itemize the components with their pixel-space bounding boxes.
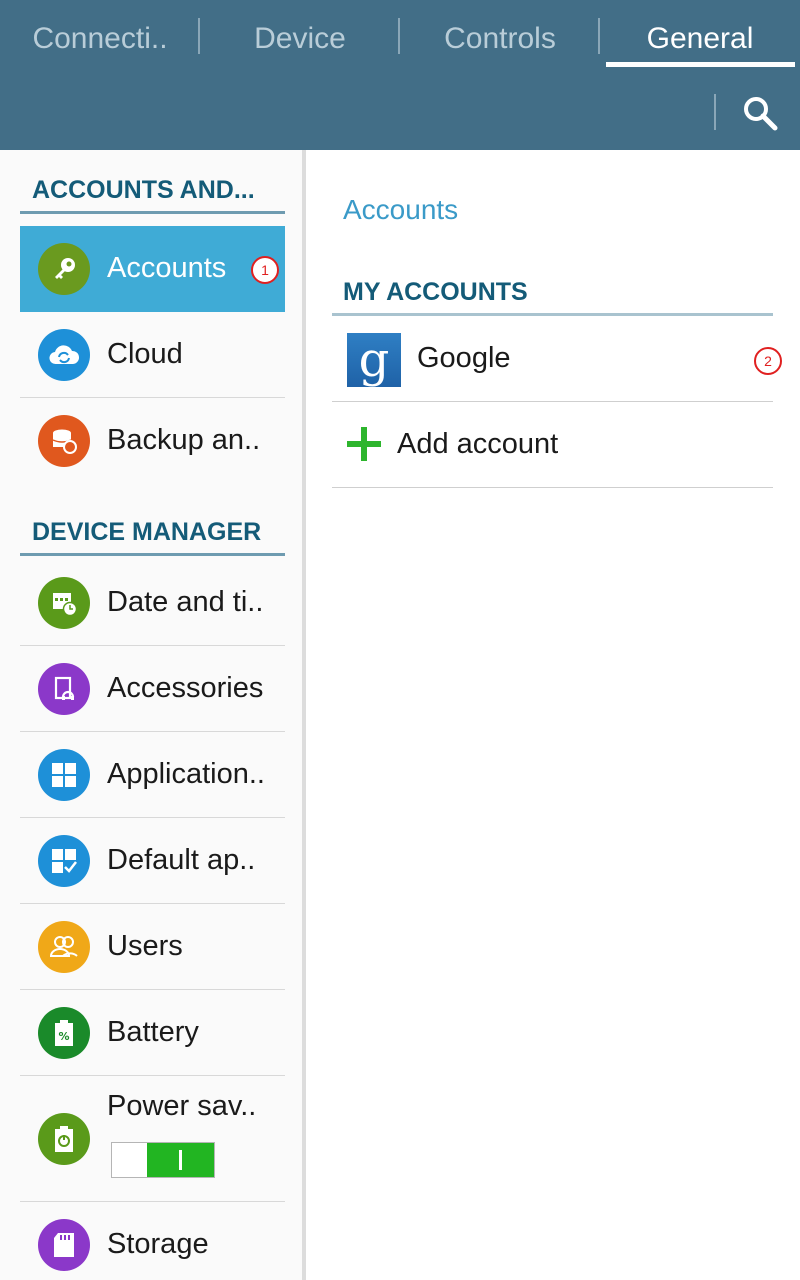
page-title: Accounts: [343, 194, 459, 225]
sidebar-item-accounts[interactable]: Accounts 1: [20, 226, 285, 312]
account-row-google[interactable]: g Google 2: [332, 316, 782, 402]
section-header-accounts: ACCOUNTS AND...: [20, 174, 285, 214]
tab-device[interactable]: Device: [200, 0, 400, 78]
section-header-device-manager: DEVICE MANAGER: [20, 516, 285, 556]
sidebar-item-applications[interactable]: Application..: [20, 732, 285, 818]
cloud-sync-icon: [38, 329, 90, 381]
power-saving-icon: [38, 1113, 90, 1165]
calendar-clock-icon: [38, 577, 90, 629]
google-icon: g: [347, 332, 401, 388]
plus-icon: [347, 427, 381, 461]
sidebar-item-users[interactable]: Users: [20, 904, 285, 990]
accounts-detail-pane: Accounts MY ACCOUNTS g Google 2 Add acco…: [306, 150, 800, 1280]
sidebar-item-default-apps[interactable]: Default ap..: [20, 818, 285, 904]
action-separator: [714, 94, 716, 130]
sidebar-item-date-time[interactable]: Date and ti..: [20, 560, 285, 646]
annotation-badge: 1: [251, 256, 279, 284]
users-icon: [38, 921, 90, 973]
key-icon: [38, 243, 90, 295]
active-tab-indicator: [606, 62, 795, 67]
sidebar-item-accessories[interactable]: Accessories: [20, 646, 285, 732]
sidebar-item-backup[interactable]: Backup an..: [20, 398, 285, 484]
settings-category-list[interactable]: ACCOUNTS AND... Accounts 1 Cloud Backup …: [0, 150, 302, 1280]
accessories-icon: [38, 663, 90, 715]
sd-card-icon: [38, 1219, 90, 1271]
top-action-bar: Connecti.. Device Controls General: [0, 0, 800, 150]
sidebar-item-battery[interactable]: % Battery: [20, 990, 285, 1076]
add-account-button[interactable]: Add account: [332, 402, 773, 488]
toggle-on-track: [147, 1143, 214, 1177]
annotation-badge: 2: [754, 347, 782, 375]
toggle-knob: [179, 1150, 182, 1170]
svg-text:%: %: [58, 1030, 69, 1043]
search-icon: [744, 97, 778, 131]
backup-icon: [38, 415, 90, 467]
apps-grid-icon: [38, 749, 90, 801]
tab-bar: Connecti.. Device Controls General: [0, 0, 800, 78]
power-saving-toggle[interactable]: [111, 1142, 215, 1178]
sidebar-item-cloud[interactable]: Cloud: [20, 312, 285, 398]
search-button[interactable]: [730, 88, 790, 138]
sidebar-item-storage[interactable]: Storage: [20, 1202, 285, 1280]
default-apps-icon: [38, 835, 90, 887]
battery-icon: %: [38, 1007, 90, 1059]
section-header-my-accounts: MY ACCOUNTS: [332, 270, 773, 316]
tab-controls[interactable]: Controls: [400, 0, 600, 78]
sidebar-item-power-saving[interactable]: Power sav..: [20, 1076, 285, 1202]
tab-connections[interactable]: Connecti..: [0, 0, 200, 78]
